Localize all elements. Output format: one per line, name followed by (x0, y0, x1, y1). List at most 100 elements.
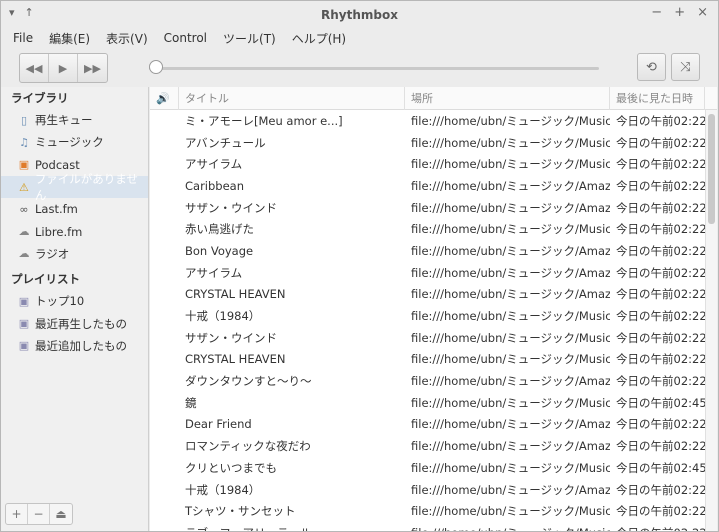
last-seen-cell: 今日の午前02:22 (616, 417, 705, 432)
minimize-icon[interactable]: − (651, 5, 662, 20)
last-seen-cell: 今日の午前02:22 (616, 157, 705, 172)
vertical-scrollbar[interactable] (705, 110, 717, 531)
column-last-seen[interactable]: 最後に見た日時 (610, 87, 705, 110)
rss-icon: ▣ (18, 158, 30, 172)
title-cell: アサイラム (185, 157, 243, 172)
play-button[interactable]: ▶ (49, 54, 78, 82)
sidebar: ライブラリ ▯ 再生キュー ♫ ミュージック ▣ Podcast ⚠ ファイルがありませ… (1, 87, 149, 531)
table-row[interactable]: CRYSTAL HEAVEN file:///home/ubn/ミュージック/Am… (150, 284, 705, 306)
previous-button[interactable]: ◀◀ (20, 54, 49, 82)
maximize-icon[interactable]: + (674, 5, 685, 20)
track-list: 🔊 タイトル 場所 最後に見た日時 ミ・アモーレ[Meu amor e...] f… (150, 87, 705, 531)
speaker-icon: 🔊 (156, 92, 170, 105)
menu-file[interactable]: File (13, 31, 33, 45)
table-row[interactable]: Caribbean file:///home/ubn/ミュージック/Amazo..… (150, 175, 705, 197)
table-row[interactable]: サザン・ウインド file:///home/ubn/ミュージック/Amazo...… (150, 197, 705, 219)
sidebar-item-missing-files[interactable]: ⚠ ファイルがありません (1, 172, 148, 202)
add-button[interactable]: + (6, 504, 28, 524)
document-icon: ▯ (20, 113, 28, 127)
column-location[interactable]: 場所 (405, 87, 610, 110)
playlist-icon: ▣ (18, 294, 30, 308)
menu-help[interactable]: ヘルプ(H) (292, 30, 346, 47)
table-row[interactable]: CRYSTAL HEAVEN file:///home/ubn/ミュージック/Mu… (150, 349, 705, 371)
menu-control[interactable]: Control (164, 31, 207, 45)
title-cell: 十戒（1984） (185, 309, 261, 324)
sidebar-item-radio[interactable]: ☁ ラジオ (1, 243, 148, 265)
table-row[interactable]: Tシャツ・サンセット file:///home/ubn/ミュージック/Music2… (150, 500, 705, 522)
table-row[interactable]: クリといつまでも file:///home/ubn/ミュージック/Music2..… (150, 457, 705, 479)
sidebar-footer: + − ⏏ (5, 503, 73, 525)
sidebar-item-recently-added[interactable]: ▣ 最近追加したもの (1, 335, 148, 357)
scrollbar-thumb[interactable] (708, 114, 715, 224)
seek-handle[interactable] (149, 60, 163, 74)
repeat-button[interactable]: ⟲ (637, 53, 666, 81)
table-row[interactable]: 十戒（1984） file:///home/ubn/ミュージック/Music2..… (150, 305, 705, 327)
playlist-icon: ▣ (18, 317, 30, 331)
column-title[interactable]: タイトル (179, 87, 405, 110)
next-button[interactable]: ▶▶ (78, 54, 107, 82)
location-cell: file:///home/ubn/ミュージック/Amazo... (411, 482, 610, 497)
menu-tools[interactable]: ツール(T) (223, 30, 276, 47)
sidebar-item-play-queue[interactable]: ▯ 再生キュー (1, 109, 148, 131)
location-cell: file:///home/ubn/ミュージック/Music2... (411, 113, 610, 128)
playlist-icon: ▣ (18, 339, 30, 353)
track-rows: ミ・アモーレ[Meu amor e...] file:///home/ubn/ミュ… (150, 110, 705, 531)
location-cell: file:///home/ubn/ミュージック/Amazo... (411, 417, 610, 432)
last-seen-cell: 今日の午前02:22 (616, 504, 705, 519)
table-row[interactable]: ラブ・フェアリーテールfile:///home/ubn/ミュージック/Music… (150, 522, 705, 531)
location-cell: file:///home/ubn/ミュージック/Music2... (411, 460, 610, 475)
last-seen-cell: 今日の午前02:22 (616, 243, 705, 258)
repeat-icon: ⟲ (646, 59, 657, 75)
table-row[interactable]: サザン・ウインド file:///home/ubn/ミュージック/Music2..… (150, 327, 705, 349)
menu-view[interactable]: 表示(V) (106, 30, 148, 47)
table-row[interactable]: ダウンタウンすと〜り〜 file:///home/ubn/ミュージック/Amazo… (150, 370, 705, 392)
shuffle-icon: ⤨ (680, 59, 691, 75)
sidebar-item-recently-played[interactable]: ▣ 最近再生したもの (1, 312, 148, 334)
location-cell: file:///home/ubn/ミュージック/Amazo... (411, 200, 610, 215)
playback-toolbar: ◀◀ ▶ ▶▶ ⟲ ⤨ (1, 48, 718, 87)
remove-button[interactable]: − (28, 504, 50, 524)
sidebar-item-music[interactable]: ♫ ミュージック (1, 131, 148, 153)
table-row[interactable]: アサイラム file:///home/ubn/ミュージック/Music2... 今日… (150, 153, 705, 175)
cloud-icon: ☁ (18, 247, 30, 261)
table-row[interactable]: ミ・アモーレ[Meu amor e...] file:///home/ubn/ミュ… (150, 110, 705, 132)
eject-icon: ⏏ (55, 507, 67, 521)
sidebar-item-label: ファイルがありません (34, 172, 138, 203)
title-cell: Caribbean (185, 178, 245, 193)
table-row[interactable]: 鏡 file:///home/ubn/ミュージック/Music2... 今日の午前0… (150, 392, 705, 414)
playlist-heading: プレイリスト (11, 272, 80, 287)
close-icon[interactable]: × (697, 5, 708, 20)
table-row[interactable]: Bon Voyage file:///home/ubn/ミュージック/Amazo.… (150, 240, 705, 262)
pin-icon[interactable]: ↑ (25, 6, 34, 19)
remove-icon: − (33, 507, 44, 521)
menu-edit[interactable]: 編集(E) (49, 30, 90, 47)
location-cell: file:///home/ubn/ミュージック/Amazo... (411, 265, 610, 280)
table-row[interactable]: 十戒（1984） file:///home/ubn/ミュージック/Amazo...… (150, 479, 705, 501)
shuffle-button[interactable]: ⤨ (671, 53, 700, 81)
table-row[interactable]: ロマンティックな夜だわ file:///home/ubn/ミュージック/Amazo… (150, 435, 705, 457)
seek-bar[interactable] (149, 67, 599, 70)
title-cell: CRYSTAL HEAVEN (185, 352, 286, 367)
last-seen-cell: 今日の午前02:45 (616, 395, 705, 410)
location-cell: file:///home/ubn/ミュージック/Music2... (405, 525, 610, 531)
last-seen-cell: 今日の午前02:22 (616, 439, 705, 454)
column-playing[interactable]: 🔊 (150, 87, 179, 110)
title-cell: 十戒（1984） (185, 482, 261, 497)
table-row[interactable]: 赤い鳥逃げた file:///home/ubn/ミュージック/Music2... 今… (150, 218, 705, 240)
chevron-down-icon[interactable]: ▾ (9, 6, 15, 19)
location-cell: file:///home/ubn/ミュージック/Music2... (411, 504, 610, 519)
cloud-icon: ☁ (18, 225, 30, 239)
title-cell: Dear Friend (185, 417, 252, 432)
sidebar-item-top10[interactable]: ▣ トップ10 (1, 290, 148, 312)
table-row[interactable]: Dear Friend file:///home/ubn/ミュージック/Amazo… (150, 414, 705, 436)
location-cell: file:///home/ubn/ミュージック/Amazo... (411, 178, 610, 193)
sidebar-item-librefm[interactable]: ☁ Libre.fm (1, 220, 148, 242)
table-row[interactable]: アバンチュール file:///home/ubn/ミュージック/Music2...… (150, 132, 705, 154)
table-row[interactable]: アサイラム file:///home/ubn/ミュージック/Amazo... 今日の… (150, 262, 705, 284)
location-cell: file:///home/ubn/ミュージック/Amazo... (411, 243, 610, 258)
eject-button[interactable]: ⏏ (50, 504, 72, 524)
title-cell: アサイラム (185, 265, 243, 280)
title-cell: ロマンティックな夜だわ (185, 439, 311, 454)
last-seen-cell: 今日の午前02:22 (616, 309, 705, 324)
last-seen-cell: 今日の午前02:22 (616, 287, 705, 302)
